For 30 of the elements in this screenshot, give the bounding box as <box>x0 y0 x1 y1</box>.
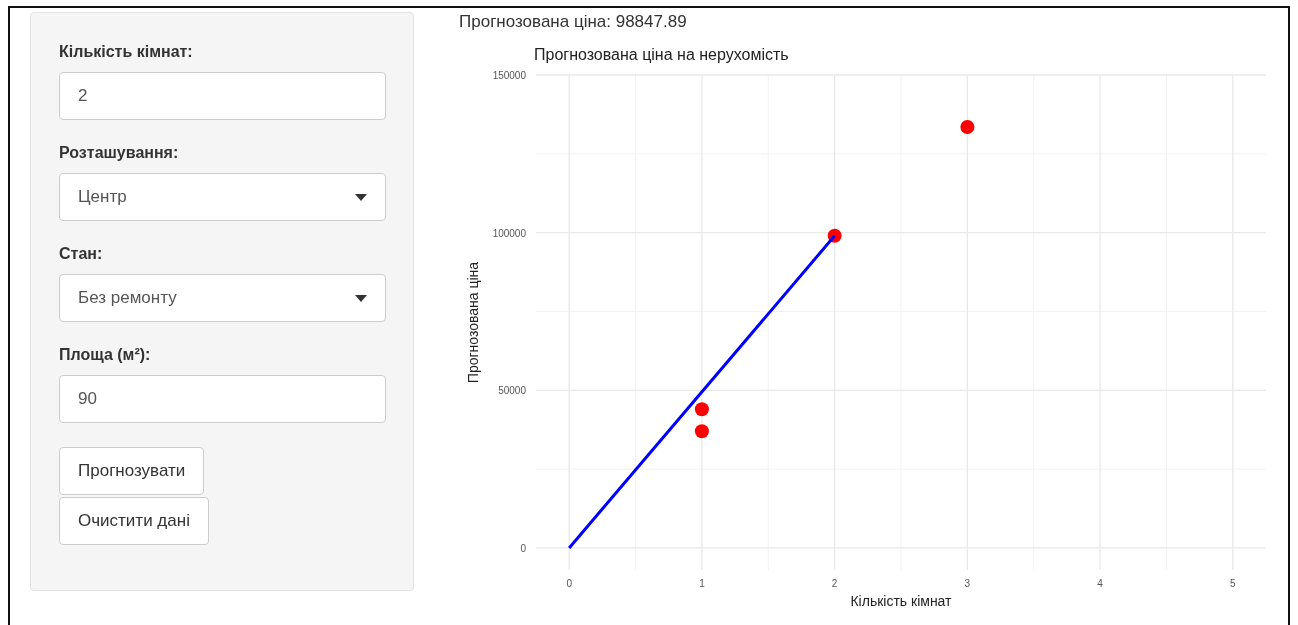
axis-tick-label: 4 <box>1097 578 1103 589</box>
axis-tick-label: 1 <box>699 578 705 589</box>
field-label: Кількість кімнат: <box>59 43 194 61</box>
action-button[interactable]: Прогнозувати <box>59 447 205 495</box>
axis-tick-label: 3 <box>964 578 971 589</box>
predicted-price-text: Прогнозована ціна: 98847.89 <box>459 12 688 33</box>
input-field[interactable]: 2 <box>59 72 386 120</box>
x-axis-label: Кількість кімнат <box>850 593 952 609</box>
input-field[interactable]: 90 <box>59 375 386 423</box>
axis-tick-label: 0 <box>566 578 572 589</box>
axis-tick-label: 2 <box>831 578 838 589</box>
y-axis-label: Прогнозована ціна <box>465 261 481 384</box>
dropdown[interactable]: Центр <box>59 173 386 221</box>
axis-tick-label: 50000 <box>498 385 526 397</box>
field-label: Площа (м²): <box>59 346 152 364</box>
data-point <box>827 228 842 243</box>
axis-tick-label: 0 <box>520 542 526 554</box>
caret-icon <box>355 193 367 201</box>
axis-tick-label: 100000 <box>492 227 526 239</box>
field-label: Розташування: <box>59 144 180 162</box>
caret-icon <box>355 294 367 302</box>
data-point <box>694 424 709 439</box>
field-label: Стан: <box>59 245 104 263</box>
data-point <box>960 120 975 134</box>
data-point <box>694 402 709 417</box>
chart-title: Прогнозована ціна на нерухомість <box>534 46 789 63</box>
dropdown[interactable]: Без ремонту <box>59 274 386 322</box>
axis-tick-label: 5 <box>1230 578 1236 589</box>
action-button[interactable]: Очистити дані <box>59 497 209 545</box>
axis-tick-label: 150000 <box>492 70 526 81</box>
